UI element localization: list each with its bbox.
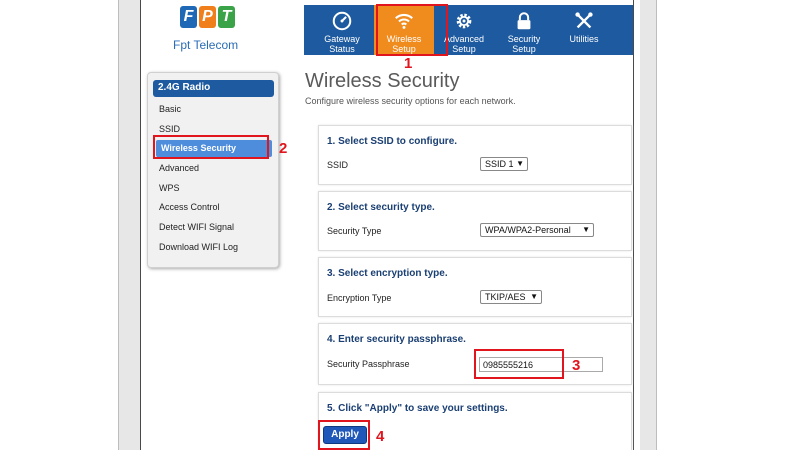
annotation-number: 3 — [572, 357, 581, 374]
encryption-type-value: TKIP/AES — [485, 292, 526, 302]
outer-right-border — [656, 0, 657, 450]
fpt-logo: F P T — [180, 6, 240, 28]
annotation-number: 4 — [376, 428, 385, 445]
sidebar: 2.4G Radio Basic SSID Wireless Security … — [147, 72, 279, 268]
sidebar-item-download-wifi-log[interactable]: Download WIFI Log — [159, 242, 238, 252]
chevron-down-icon: ▼ — [530, 292, 538, 301]
ssid-select[interactable]: SSID 1 ▼ — [480, 157, 528, 171]
section-title: 5. Click "Apply" to save your settings. — [327, 403, 508, 414]
nav-label: Gateway — [324, 34, 360, 44]
sidebar-item-detect-wifi-signal[interactable]: Detect WIFI Signal — [159, 222, 234, 232]
annotation-number: 1 — [404, 55, 413, 72]
sidebar-item-advanced[interactable]: Advanced — [159, 163, 199, 173]
logo-mark: F P T — [180, 6, 240, 28]
page-subtitle: Configure wireless security options for … — [305, 96, 516, 106]
tools-icon — [575, 12, 593, 29]
sidebar-item-basic[interactable]: Basic — [159, 104, 181, 114]
nav-label: Security — [507, 34, 541, 44]
highlight-wireless-security — [153, 135, 269, 159]
encryption-type-select[interactable]: TKIP/AES ▼ — [480, 290, 542, 304]
logo-letter: P — [199, 6, 216, 28]
highlight-apply — [318, 420, 370, 450]
logo-letter: T — [218, 6, 235, 28]
nav-label: Status — [329, 44, 355, 54]
section-title: 3. Select encryption type. — [327, 268, 448, 279]
security-type-value: WPA/WPA2-Personal — [485, 225, 571, 235]
passphrase-label: Security Passphrase — [327, 359, 410, 369]
ssid-select-value: SSID 1 — [485, 159, 514, 169]
page-title: Wireless Security — [305, 70, 460, 92]
top-nav: Gateway Status Wireless Setup Advanced S… — [304, 5, 633, 55]
section-security-type: 2. Select security type. Security Type W… — [318, 191, 632, 251]
logo-letter: F — [180, 6, 197, 28]
gear-icon — [456, 13, 472, 29]
sidebar-header: 2.4G Radio — [153, 80, 274, 97]
nav-label: Setup — [512, 44, 536, 54]
nav-utilities[interactable]: Utilities — [554, 5, 614, 55]
gauge-icon — [332, 11, 352, 31]
sidebar-item-access-control[interactable]: Access Control — [159, 202, 220, 212]
security-type-select[interactable]: WPA/WPA2-Personal ▼ — [480, 223, 594, 237]
security-type-label: Security Type — [327, 226, 382, 236]
frame-left-border — [140, 0, 141, 450]
section-title: 4. Enter security passphrase. — [327, 334, 466, 345]
section-encryption-type: 3. Select encryption type. Encryption Ty… — [318, 257, 632, 317]
section-title: 2. Select security type. — [327, 202, 435, 213]
section-title: 1. Select SSID to configure. — [327, 136, 458, 147]
sidebar-item-ssid[interactable]: SSID — [159, 124, 180, 134]
nav-gateway-status[interactable]: Gateway Status — [312, 5, 372, 55]
nav-security-setup[interactable]: Security Setup — [494, 5, 554, 55]
encryption-type-label: Encryption Type — [327, 293, 392, 303]
sidebar-item-wps[interactable]: WPS — [159, 183, 180, 193]
nav-label: Utilities — [569, 34, 599, 44]
brand-name: Fpt Telecom — [173, 38, 239, 52]
frame-right-border — [633, 0, 634, 450]
chevron-down-icon: ▼ — [516, 159, 524, 168]
outer-left-border — [118, 0, 119, 450]
left-margin — [118, 0, 140, 450]
lock-icon — [517, 12, 531, 30]
highlight-wireless-setup — [376, 4, 448, 56]
chevron-down-icon: ▼ — [582, 225, 590, 234]
annotation-number: 2 — [279, 140, 288, 157]
highlight-passphrase — [474, 349, 564, 379]
ssid-label: SSID — [327, 160, 349, 170]
section-ssid: 1. Select SSID to configure. SSID SSID 1… — [318, 125, 632, 185]
